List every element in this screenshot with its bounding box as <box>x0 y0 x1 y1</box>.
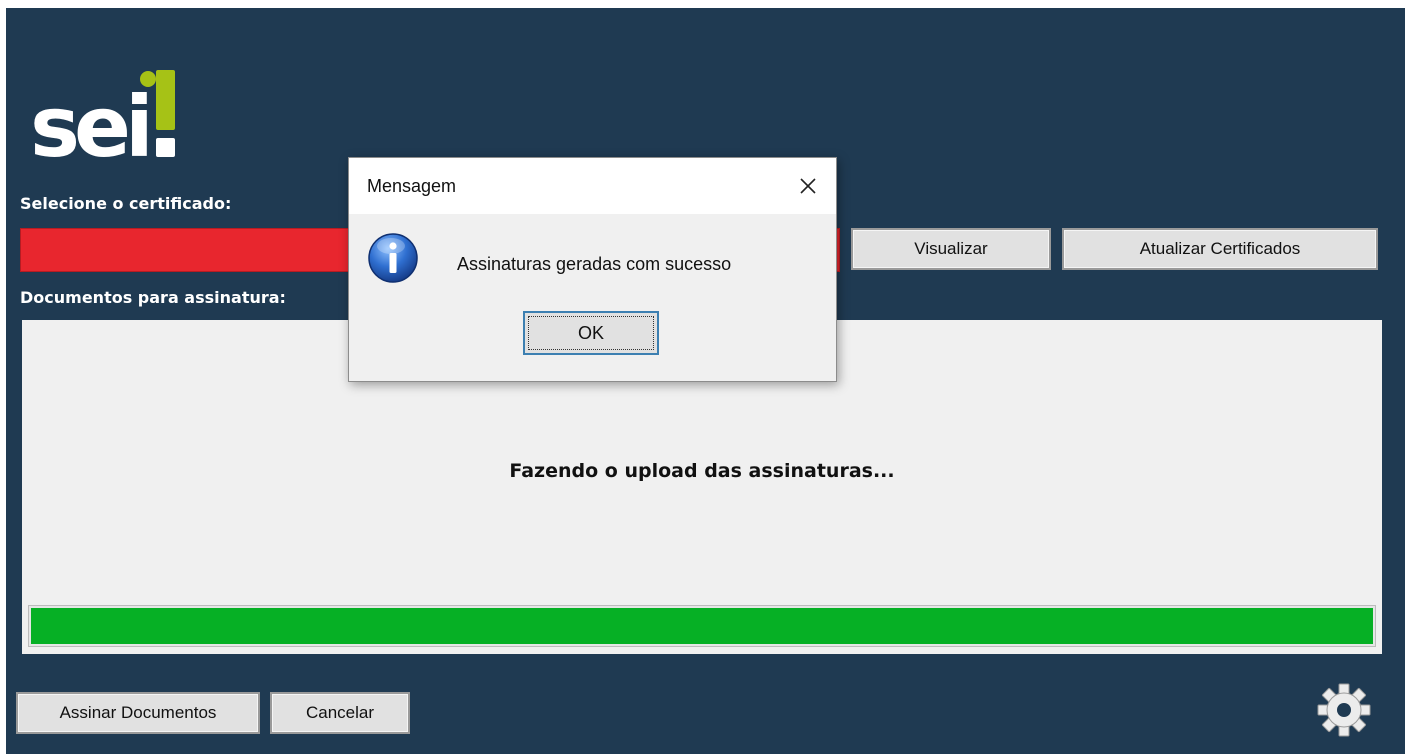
refresh-certificates-button[interactable]: Atualizar Certificados <box>1062 228 1378 270</box>
sei-logo: sei <box>30 70 175 164</box>
ok-button[interactable]: OK <box>523 311 659 355</box>
gear-icon[interactable] <box>1316 682 1372 738</box>
dialog-title: Mensagem <box>367 176 457 196</box>
dialog-titlebar: Mensagem <box>349 158 836 214</box>
close-icon[interactable] <box>790 168 826 204</box>
upload-status-text: Fazendo o upload das assinaturas... <box>509 460 895 482</box>
documents-label: Documentos para assinatura: <box>20 288 286 307</box>
svg-text:sei: sei <box>30 78 148 164</box>
upload-progress-fill <box>31 608 1373 644</box>
cancel-button[interactable]: Cancelar <box>270 692 410 734</box>
upload-progress-bar <box>28 605 1376 647</box>
view-button[interactable]: Visualizar <box>851 228 1051 270</box>
info-icon <box>368 233 418 283</box>
message-dialog: Mensagem Assinaturas geradas com sucesso… <box>348 157 837 382</box>
sign-documents-button[interactable]: Assinar Documentos <box>16 692 260 734</box>
certificate-label: Selecione o certificado: <box>20 194 232 213</box>
dialog-message: Assinaturas geradas com sucesso <box>457 254 732 274</box>
focus-rectangle <box>528 316 654 350</box>
